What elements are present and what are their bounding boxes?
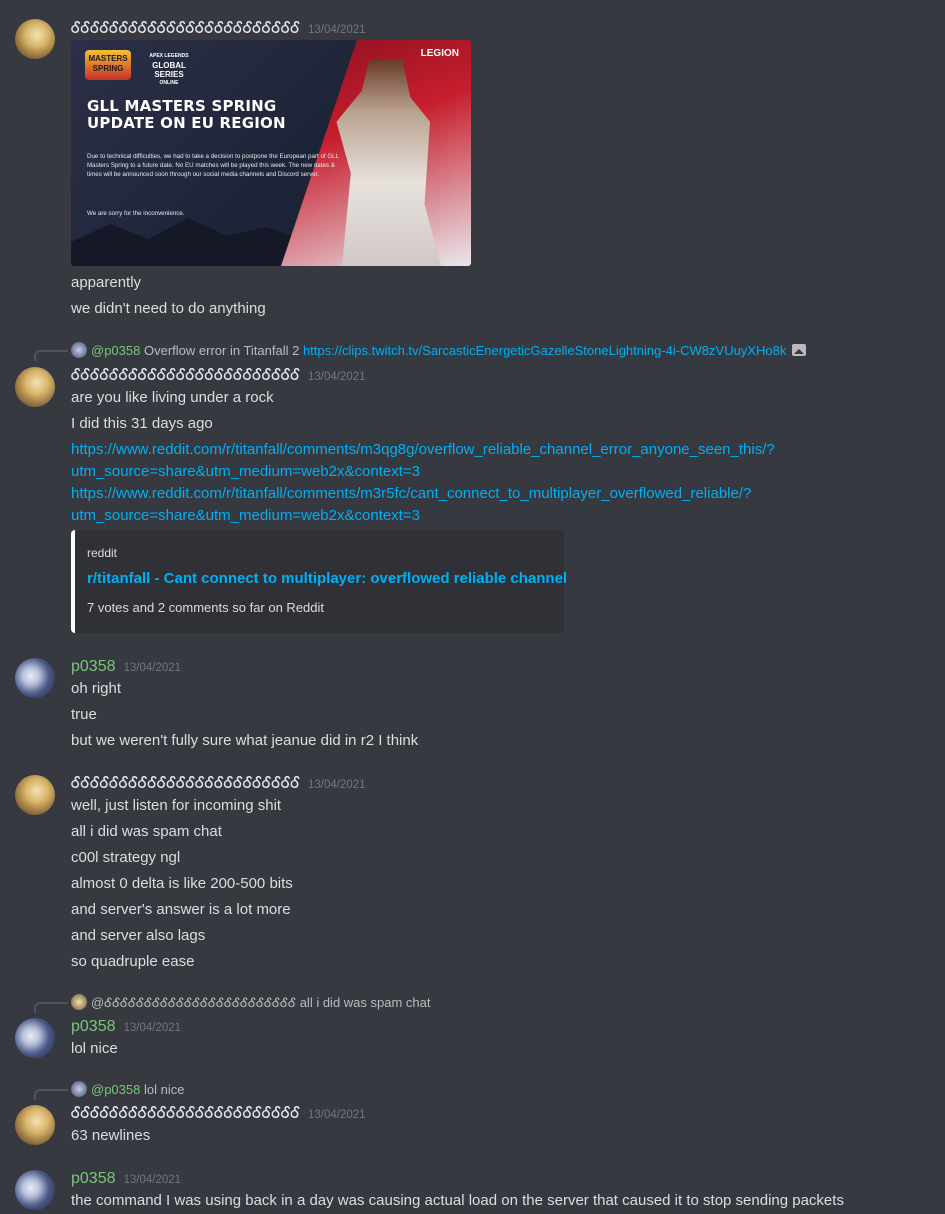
username[interactable]: ᎴᎴᎴᎴᎴᎴᎴᎴᎴᎴᎴᎴᎴᎴᎴᎴᎴᎴᎴᎴᎴᎴᎴᎴ: [71, 1105, 300, 1122]
attached-image[interactable]: MASTERS SPRING APEX LEGENDS GLOBAL SERIE…: [71, 40, 471, 266]
image-title: GLL MASTERS SPRING UPDATE ON EU REGION: [87, 97, 286, 132]
reply-preview[interactable]: @ᎴᎴᎴᎴᎴᎴᎴᎴᎴᎴᎴᎴᎴᎴᎴᎴᎴᎴᎴᎴᎴᎴᎴᎴ all i did was …: [71, 994, 430, 1012]
user-avatar[interactable]: [15, 658, 55, 698]
user-avatar[interactable]: [15, 775, 55, 815]
message-header: ᎴᎴᎴᎴᎴᎴᎴᎴᎴᎴᎴᎴᎴᎴᎴᎴᎴᎴᎴᎴᎴᎴᎴᎴ 13/04/2021: [71, 366, 366, 386]
image-apology-text: We are sorry for the inconvenience.: [87, 210, 185, 217]
user-avatar[interactable]: [15, 367, 55, 407]
global-series-logo: APEX LEGENDS GLOBAL SERIES ONLINE: [139, 52, 199, 88]
series-line-1: APEX LEGENDS: [149, 53, 189, 59]
message-text: apparently: [71, 274, 142, 291]
message-text: c00l strategy ngl: [71, 849, 181, 866]
reply-spine: [34, 1002, 68, 1013]
message-link[interactable]: https://www.reddit.com/r/titanfall/comme…: [71, 483, 751, 505]
user-avatar[interactable]: [15, 1170, 55, 1210]
message-text: the command I was using back in a day wa…: [71, 1192, 844, 1209]
embed-provider[interactable]: reddit: [87, 546, 117, 560]
message-text: oh right: [71, 680, 122, 697]
reply-text: Overflow error in Titanfall 2: [143, 343, 300, 358]
reply-spine: [34, 350, 68, 361]
message-text: all i did was spam chat: [71, 823, 222, 840]
message-text: are you like living under a rock: [71, 389, 274, 406]
message-header: ᎴᎴᎴᎴᎴᎴᎴᎴᎴᎴᎴᎴᎴᎴᎴᎴᎴᎴᎴᎴᎴᎴᎴᎴ 13/04/2021: [71, 1104, 366, 1124]
timestamp: 13/04/2021: [123, 1022, 182, 1034]
message-text: and server also lags: [71, 927, 206, 944]
message-text: well, just listen for incoming shit: [71, 797, 282, 814]
user-avatar[interactable]: [15, 1018, 55, 1058]
message-text: so quadruple ease: [71, 953, 195, 970]
message-link[interactable]: utm_source=share&utm_medium=web2x&contex…: [71, 505, 420, 527]
username[interactable]: p0358: [71, 1170, 116, 1187]
username[interactable]: ᎴᎴᎴᎴᎴᎴᎴᎴᎴᎴᎴᎴᎴᎴᎴᎴᎴᎴᎴᎴᎴᎴᎴᎴ: [71, 367, 300, 384]
image-icon: [792, 344, 807, 356]
reply-preview[interactable]: @p0358 Overflow error in Titanfall 2 htt…: [71, 342, 807, 360]
reply-mention[interactable]: @ᎴᎴᎴᎴᎴᎴᎴᎴᎴᎴᎴᎴᎴᎴᎴᎴᎴᎴᎴᎴᎴᎴᎴᎴ: [91, 995, 296, 1010]
reply-link[interactable]: https://clips.twitch.tv/SarcasticEnerget…: [303, 343, 786, 358]
series-line-2: GLOBAL SERIES: [152, 61, 186, 79]
user-avatar[interactable]: [15, 19, 55, 59]
image-body-text: Due to technical difficulties, we had to…: [87, 153, 339, 178]
message-text: lol nice: [71, 1040, 118, 1057]
reply-avatar: [71, 342, 87, 358]
message-text: 63 newlines: [71, 1127, 151, 1144]
user-avatar[interactable]: [15, 1105, 55, 1145]
reply-avatar: [71, 1081, 87, 1097]
embed-description: 7 votes and 2 comments so far on Reddit: [87, 600, 325, 615]
reply-mention[interactable]: @p0358: [91, 1082, 140, 1097]
message-text: almost 0 delta is like 200-500 bits: [71, 875, 293, 892]
embed-title[interactable]: r/titanfall - Cant connect to multiplaye…: [87, 570, 567, 587]
message-header: p0358 13/04/2021: [71, 1017, 181, 1037]
reply-preview[interactable]: @p0358 lol nice: [71, 1081, 184, 1099]
message-text: I did this 31 days ago: [71, 415, 213, 432]
timestamp: 13/04/2021: [307, 779, 366, 791]
timestamp: 13/04/2021: [307, 24, 366, 36]
message-header: p0358 13/04/2021: [71, 657, 181, 677]
message-text: but we weren't fully sure what jeanue di…: [71, 732, 419, 749]
timestamp: 13/04/2021: [307, 1109, 366, 1121]
legion-logo: LEGION: [420, 48, 459, 59]
masters-spring-logo: MASTERS SPRING: [85, 50, 131, 80]
series-line-3: ONLINE: [159, 80, 179, 86]
username[interactable]: ᎴᎴᎴᎴᎴᎴᎴᎴᎴᎴᎴᎴᎴᎴᎴᎴᎴᎴᎴᎴᎴᎴᎴᎴ: [71, 20, 300, 37]
message-header: p0358 13/04/2021: [71, 1169, 181, 1189]
timestamp: 13/04/2021: [307, 371, 366, 383]
message-text: we didn't need to do anything: [71, 300, 266, 317]
username[interactable]: p0358: [71, 658, 116, 675]
reply-text: all i did was spam chat: [299, 995, 431, 1010]
message-text: and server's answer is a lot more: [71, 901, 291, 918]
message-text: true: [71, 706, 97, 723]
message-link[interactable]: https://www.reddit.com/r/titanfall/comme…: [71, 439, 775, 461]
username[interactable]: ᎴᎴᎴᎴᎴᎴᎴᎴᎴᎴᎴᎴᎴᎴᎴᎴᎴᎴᎴᎴᎴᎴᎴᎴ: [71, 775, 300, 792]
reply-text: lol nice: [143, 1082, 185, 1097]
link-embed: reddit r/titanfall - Cant connect to mul…: [71, 530, 567, 633]
username[interactable]: p0358: [71, 1018, 116, 1035]
reply-spine: [34, 1089, 68, 1100]
timestamp: 13/04/2021: [123, 662, 182, 674]
message-header: ᎴᎴᎴᎴᎴᎴᎴᎴᎴᎴᎴᎴᎴᎴᎴᎴᎴᎴᎴᎴᎴᎴᎴᎴ 13/04/2021: [71, 19, 366, 39]
reply-mention[interactable]: @p0358: [91, 343, 140, 358]
timestamp: 13/04/2021: [123, 1174, 182, 1186]
message-header: ᎴᎴᎴᎴᎴᎴᎴᎴᎴᎴᎴᎴᎴᎴᎴᎴᎴᎴᎴᎴᎴᎴᎴᎴ 13/04/2021: [71, 774, 366, 794]
reply-avatar: [71, 994, 87, 1010]
message-link[interactable]: utm_source=share&utm_medium=web2x&contex…: [71, 461, 420, 483]
